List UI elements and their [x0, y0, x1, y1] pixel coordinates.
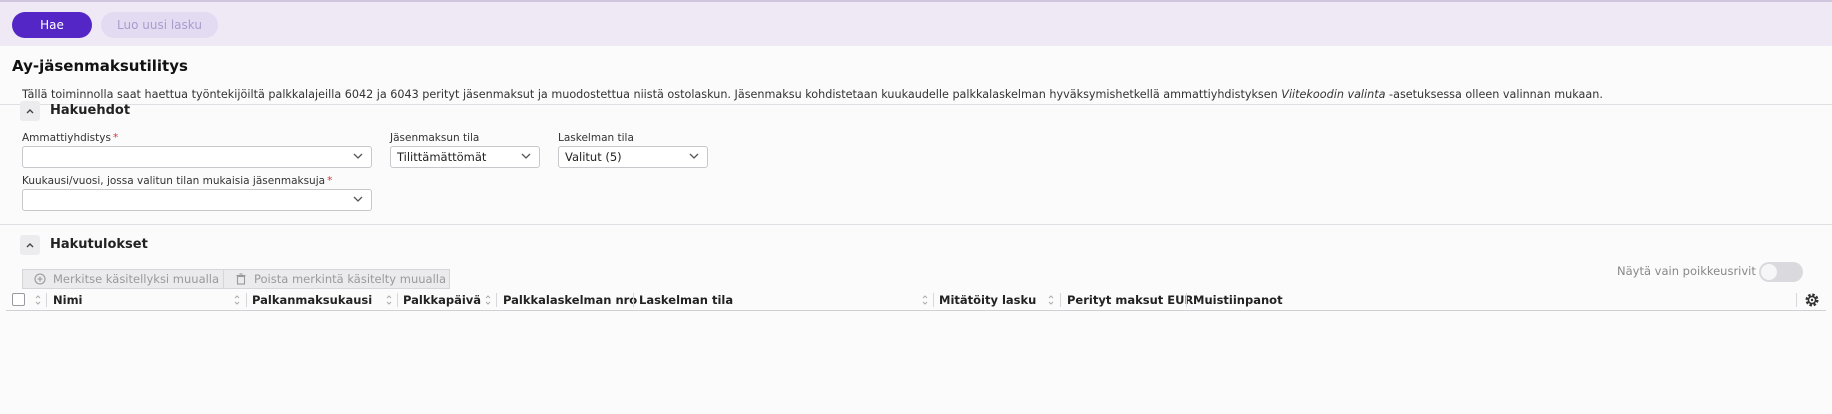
- results-action-bar: Merkitse käsitellyksi muualla Poista mer…: [22, 269, 450, 289]
- sort-icon[interactable]: [1048, 294, 1054, 306]
- new-invoice-button[interactable]: Luo uusi lasku: [101, 12, 218, 38]
- column-header-name[interactable]: Nimi: [53, 289, 83, 311]
- gear-icon[interactable]: [1804, 292, 1820, 308]
- unmark-handled-label: Poista merkintä käsitelty muualla: [254, 272, 447, 286]
- collapse-results-button[interactable]: [20, 235, 40, 255]
- required-mark: *: [327, 175, 333, 187]
- union-label: Ammattiyhdistys *: [22, 132, 118, 144]
- description-text-2: -asetuksessa olleen valinnan mukaan.: [1385, 88, 1603, 101]
- chevron-down-icon: [353, 196, 363, 202]
- column-separator: [1186, 293, 1187, 307]
- column-header-notes[interactable]: Muistiinpanot: [1193, 289, 1283, 311]
- plus-circle-icon: [34, 273, 46, 285]
- period-label-text: Kuukausi/vuosi, jossa valitun tilan muka…: [22, 175, 326, 187]
- trash-icon: [236, 273, 246, 285]
- description-emphasis: Viitekoodin valinta: [1281, 88, 1386, 101]
- column-separator: [246, 293, 247, 307]
- toolbar: Hae Luo uusi lasku: [0, 0, 1832, 46]
- period-label: Kuukausi/vuosi, jossa valitun tilan muka…: [22, 175, 332, 187]
- chevron-down-icon: [521, 153, 531, 159]
- chevron-down-icon: [353, 153, 363, 159]
- main-panel: Ay-jäsenmaksutilitys Tällä toiminnolla s…: [0, 46, 1832, 414]
- search-criteria-title: Hakuehdot: [50, 103, 131, 118]
- column-header-calc-number[interactable]: Palkkalaskelman nro: [503, 289, 637, 311]
- exceptions-toggle[interactable]: [1759, 262, 1803, 282]
- column-separator: [1060, 293, 1061, 307]
- sort-icon[interactable]: [35, 294, 41, 306]
- column-header-voided-invoice[interactable]: Mitätöity lasku: [939, 289, 1036, 311]
- exceptions-toggle-label: Näytä vain poikkeusrivit: [1617, 264, 1756, 278]
- sort-icon[interactable]: [234, 294, 240, 306]
- chevron-down-icon: [689, 153, 699, 159]
- unmark-handled-button[interactable]: Poista merkintä käsitelty muualla: [223, 269, 450, 289]
- column-separator: [933, 293, 934, 307]
- description-text-1: Tällä toiminnolla saat haettua työntekij…: [22, 88, 1282, 101]
- period-select[interactable]: [22, 189, 372, 211]
- results-title: Hakutulokset: [50, 237, 148, 252]
- sort-icon[interactable]: [922, 294, 928, 306]
- column-header-calc-status[interactable]: Laskelman tila: [639, 289, 733, 311]
- union-select[interactable]: [22, 146, 372, 168]
- search-button[interactable]: Hae: [12, 12, 92, 38]
- column-separator: [496, 293, 497, 307]
- mark-handled-button[interactable]: Merkitse käsitellyksi muualla: [22, 269, 224, 289]
- page-title: Ay-jäsenmaksutilitys: [12, 57, 188, 75]
- calc-status-label: Laskelman tila: [558, 132, 634, 144]
- fee-status-select[interactable]: Tilittämättömät: [390, 146, 540, 168]
- calc-status-value: Valitut (5): [565, 150, 622, 164]
- required-mark: *: [112, 132, 119, 144]
- union-label-text: Ammattiyhdistys: [22, 132, 111, 144]
- sort-icon[interactable]: [386, 294, 392, 306]
- fee-status-value: Tilittämättömät: [397, 150, 487, 164]
- column-separator: [1796, 293, 1797, 307]
- fee-status-label: Jäsenmaksun tila: [390, 132, 480, 144]
- collapse-search-criteria-button[interactable]: [20, 101, 40, 121]
- divider: [0, 104, 1832, 105]
- results-table-header: Nimi Palkanmaksukausi Palkkapäivä Palkka…: [6, 289, 1826, 311]
- page-description: Tällä toiminnolla saat haettua työntekij…: [22, 88, 1603, 101]
- toggle-knob: [1761, 264, 1777, 280]
- column-header-pay-period[interactable]: Palkanmaksukausi: [252, 289, 372, 311]
- calc-status-select[interactable]: Valitut (5): [558, 146, 708, 168]
- column-header-pay-date[interactable]: Palkkapäivä: [403, 289, 481, 311]
- select-all-checkbox[interactable]: [12, 293, 25, 306]
- column-separator: [46, 293, 47, 307]
- sort-icon[interactable]: [485, 294, 491, 306]
- divider: [0, 224, 1832, 225]
- mark-handled-label: Merkitse käsitellyksi muualla: [53, 272, 220, 286]
- column-separator: [397, 293, 398, 307]
- chevron-up-icon: [26, 109, 34, 114]
- chevron-up-icon: [26, 243, 34, 248]
- column-header-collected-fees[interactable]: Perityt maksut EUR: [1067, 289, 1193, 311]
- column-separator: [633, 293, 634, 307]
